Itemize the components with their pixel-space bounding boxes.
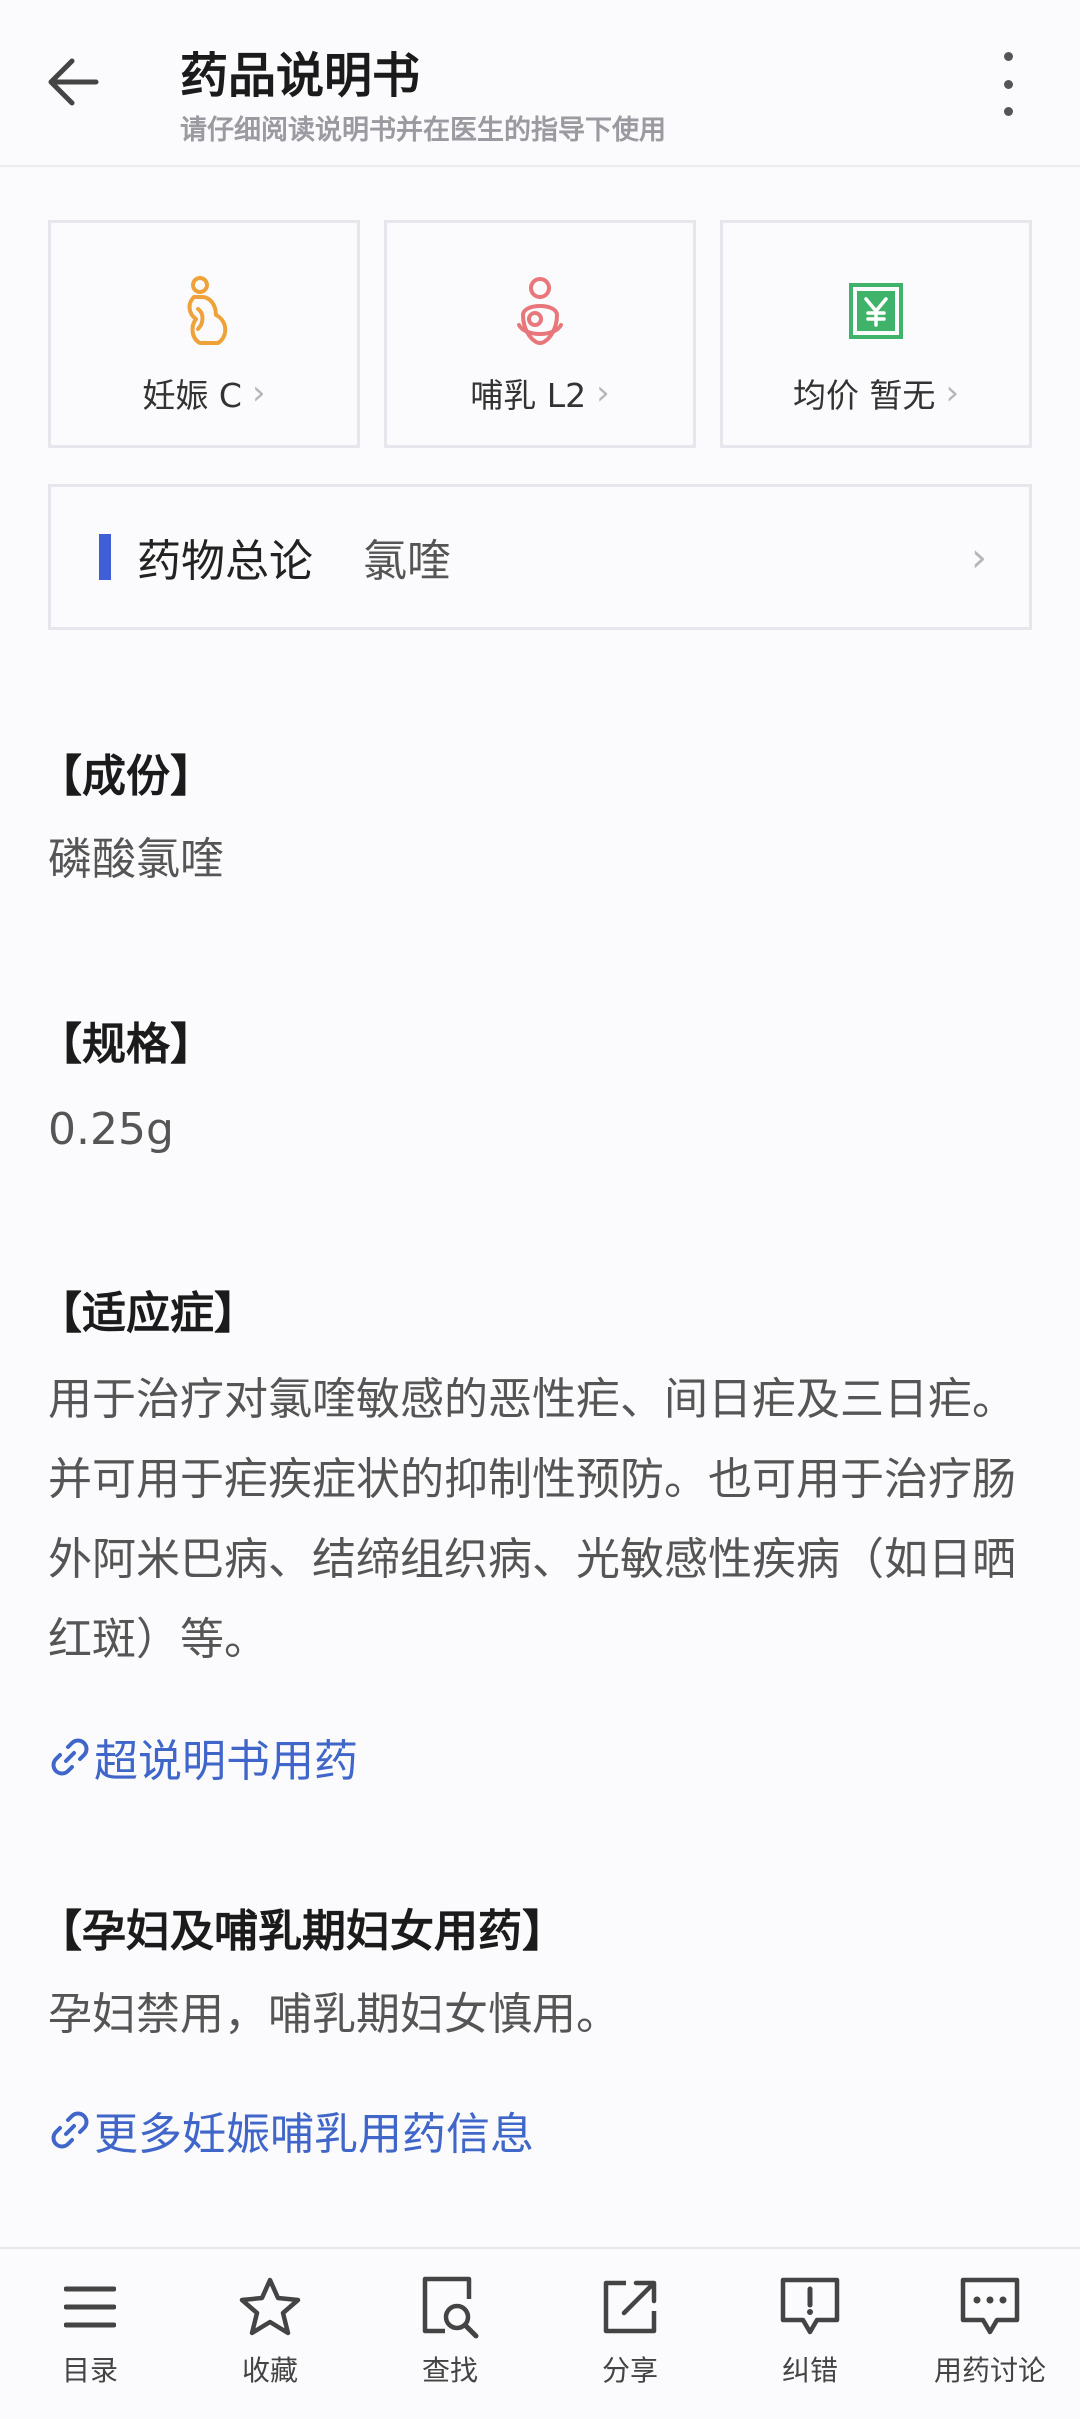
pregnancy-card[interactable]: 妊娠 C › [48, 220, 360, 448]
dot-icon [1003, 79, 1013, 89]
section-text-indications: 用于治疗对氯喹敏感的恶性疟、间日疟及三日疟。并可用于疟疾症状的抑制性预防。也可用… [48, 1374, 1016, 1665]
dot-icon [1003, 107, 1013, 116]
arrow-left-icon [48, 58, 99, 106]
chevron-right-icon: › [945, 373, 960, 413]
nav-label: 目录 [61, 2354, 118, 2387]
nav-label: 收藏 [241, 2354, 298, 2387]
pregnancy-icon [176, 273, 232, 349]
price-yen-icon [847, 273, 905, 349]
nav-label: 纠错 [781, 2354, 838, 2387]
chevron-right-icon: › [971, 535, 987, 581]
more-pregnancy-info-link[interactable]: 更多妊娠哺乳用药信息 [50, 2098, 534, 2162]
page-title: 药品说明书 [180, 48, 421, 104]
menu-list-icon [55, 2273, 125, 2341]
chevron-right-icon: › [251, 373, 266, 413]
bottom-toolbar: 目录 收藏 查找 分享 纠错 用药讨论 [0, 2247, 1080, 2419]
pregnancy-label: 妊娠 C [142, 376, 242, 415]
nav-find[interactable]: 查找 [360, 2249, 540, 2419]
star-icon [235, 2273, 305, 2341]
accent-bar [99, 534, 111, 580]
report-error-icon [775, 2273, 845, 2341]
off-label-use-text: 超说明书用药 [94, 1736, 358, 1787]
share-icon [595, 2273, 665, 2341]
overview-value: 氯喹 [363, 536, 451, 587]
link-icon [51, 1738, 89, 1776]
nav-report-error[interactable]: 纠错 [720, 2249, 900, 2419]
info-cards: 妊娠 C › 哺乳 L2 › 均价 暂无 › [48, 220, 1032, 448]
nav-contents[interactable]: 目录 [0, 2249, 180, 2419]
link-icon [51, 2111, 89, 2149]
discussion-icon [955, 2273, 1025, 2341]
section-title-ingredients: 【成份】 [38, 751, 214, 802]
off-label-use-link[interactable]: 超说明书用药 [50, 1725, 358, 1789]
more-options-button[interactable] [978, 52, 1038, 116]
price-label: 均价 暂无 [792, 376, 936, 415]
more-pregnancy-info-text: 更多妊娠哺乳用药信息 [94, 2109, 534, 2160]
price-card[interactable]: 均价 暂无 › [720, 220, 1032, 448]
section-title-pregnancy-lactation: 【孕妇及哺乳期妇女用药】 [38, 1906, 566, 1957]
section-text-specification: 0.25g [48, 1104, 174, 1155]
nav-discussion[interactable]: 用药讨论 [900, 2249, 1080, 2419]
drug-overview-row[interactable]: 药物总论 氯喹 › [48, 484, 1032, 630]
chevron-right-icon: › [596, 373, 610, 413]
breastfeeding-label: 哺乳 L2 [470, 376, 587, 415]
search-doc-icon [415, 2273, 485, 2341]
page-subtitle: 请仔细阅读说明书并在医生的指导下使用 [180, 115, 666, 146]
breastfeeding-card[interactable]: 哺乳 L2 › [384, 220, 696, 448]
nav-share[interactable]: 分享 [540, 2249, 720, 2419]
section-title-specification: 【规格】 [38, 1019, 214, 1070]
dot-icon [1003, 52, 1013, 61]
top-app-bar: 药品说明书 请仔细阅读说明书并在医生的指导下使用 [0, 0, 1080, 167]
nav-label: 查找 [421, 2354, 478, 2387]
nav-label: 用药讨论 [933, 2354, 1046, 2387]
nav-favorite[interactable]: 收藏 [180, 2249, 360, 2419]
section-text-pregnancy-lactation: 孕妇禁用，哺乳期妇女慎用。 [48, 1989, 620, 2040]
back-button[interactable] [38, 44, 108, 120]
section-title-indications: 【适应症】 [38, 1288, 258, 1339]
nav-label: 分享 [601, 2354, 658, 2387]
section-text-ingredients: 磷酸氯喹 [48, 834, 224, 885]
overview-label: 药物总论 [137, 536, 313, 587]
breastfeeding-icon [511, 273, 569, 349]
